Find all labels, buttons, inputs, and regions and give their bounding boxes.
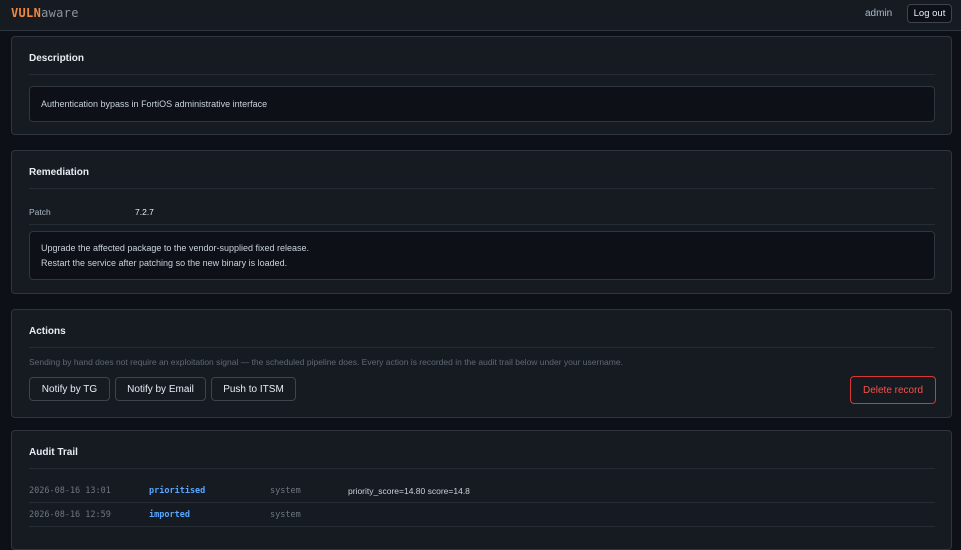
delete-record-button[interactable]: Delete record bbox=[850, 376, 936, 404]
audit-trail-card: Audit Trail 2026-08-16 13:01 prioritised… bbox=[11, 430, 952, 550]
description-text: Authentication bypass in FortiOS adminis… bbox=[41, 99, 268, 109]
logo-bold-text: VULN bbox=[11, 6, 42, 20]
actions-title: Actions bbox=[29, 326, 66, 337]
divider bbox=[29, 502, 935, 503]
notify-tg-button[interactable]: Notify by TG bbox=[29, 377, 110, 401]
audit-details: priority_score=14.80 score=14.8 bbox=[348, 486, 470, 496]
description-box: Authentication bypass in FortiOS adminis… bbox=[29, 86, 935, 122]
remediation-line: Restart the service after patching so th… bbox=[41, 258, 288, 268]
remediation-card: Remediation Patch 7.2.7 Upgrade the affe… bbox=[11, 150, 952, 294]
audit-event: imported bbox=[149, 510, 190, 520]
remediation-steps-box: Upgrade the affected package to the vend… bbox=[29, 231, 935, 280]
push-itsm-button[interactable]: Push to ITSM bbox=[211, 377, 296, 401]
remediation-line: Upgrade the affected package to the vend… bbox=[41, 243, 310, 253]
divider bbox=[29, 188, 935, 189]
audit-row: 2026-08-16 13:01 prioritised system prio… bbox=[29, 486, 935, 510]
audit-actor: system bbox=[270, 486, 301, 496]
divider bbox=[29, 74, 935, 75]
audit-event: prioritised bbox=[149, 486, 206, 496]
current-user: admin bbox=[865, 8, 893, 19]
logout-button[interactable]: Log out bbox=[907, 4, 952, 23]
logo-rest-text: aware bbox=[41, 6, 79, 20]
audit-title: Audit Trail bbox=[29, 447, 78, 458]
description-card: Description Authentication bypass in For… bbox=[11, 36, 952, 135]
actions-hint: Sending by hand does not require an expl… bbox=[29, 357, 623, 367]
audit-timestamp: 2026-08-16 13:01 bbox=[29, 486, 111, 496]
audit-timestamp: 2026-08-16 12:59 bbox=[29, 510, 111, 520]
actions-card: Actions Sending by hand does not require… bbox=[11, 309, 952, 418]
description-title: Description bbox=[29, 53, 85, 64]
divider bbox=[29, 347, 935, 348]
patch-value: 7.2.7 bbox=[135, 207, 154, 217]
patch-label: Patch bbox=[29, 207, 51, 217]
app-logo[interactable]: VULNaware bbox=[11, 6, 79, 20]
divider bbox=[29, 526, 935, 527]
divider bbox=[29, 468, 935, 469]
audit-row: 2026-08-16 12:59 imported system bbox=[29, 510, 935, 534]
notify-email-button[interactable]: Notify by Email bbox=[115, 377, 206, 401]
divider bbox=[29, 224, 935, 225]
remediation-title: Remediation bbox=[29, 167, 90, 178]
top-bar: VULNaware admin Log out bbox=[0, 0, 961, 31]
audit-actor: system bbox=[270, 510, 301, 520]
